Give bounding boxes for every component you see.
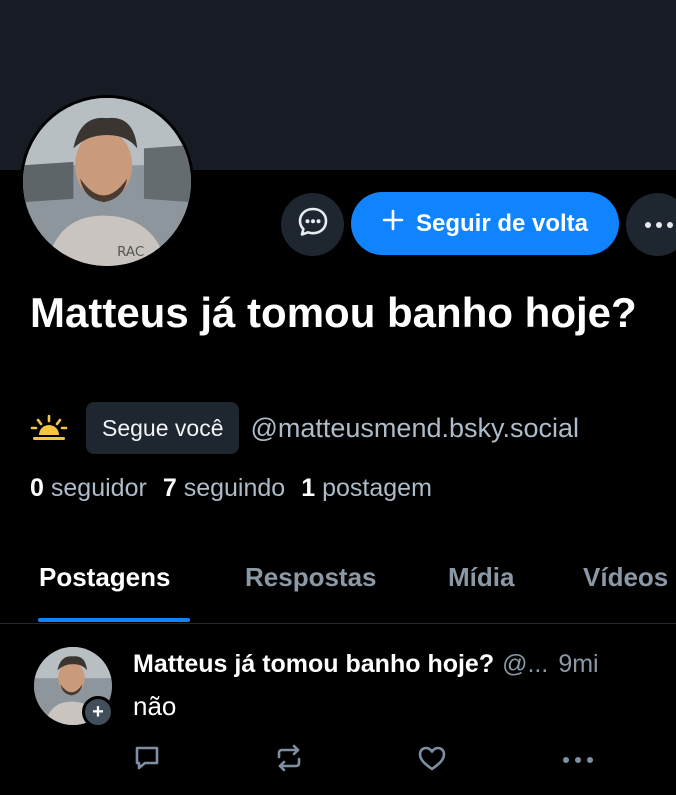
post-header: Matteus já tomou banho hoje? @... 9mi: [133, 650, 599, 679]
repost-button[interactable]: [269, 740, 309, 780]
message-button[interactable]: [281, 193, 344, 256]
post-author-handle[interactable]: @...: [502, 650, 548, 678]
like-button[interactable]: [412, 740, 452, 780]
active-tab-indicator: [38, 618, 190, 622]
profile-avatar[interactable]: RAC: [20, 95, 194, 269]
reply-icon: [132, 743, 162, 778]
profile-tabs: Postagens Respostas Mídia Vídeos: [0, 548, 676, 624]
sun-icon: [30, 408, 70, 448]
tab-replies[interactable]: Respostas: [245, 562, 377, 593]
more-dots-icon: [562, 751, 594, 769]
follows-you-badge: Segue você: [86, 402, 240, 454]
plus-icon: [382, 209, 404, 238]
tab-media[interactable]: Mídia: [448, 562, 514, 593]
profile-page: RAC Seguir de volta Matteus já tomou ban…: [0, 0, 676, 795]
more-dots-icon: [644, 216, 674, 234]
follow-plus-icon[interactable]: +: [82, 696, 114, 728]
stat-following[interactable]: 7 seguindo: [163, 474, 285, 503]
profile-handle: @matteusmend.bsky.social: [250, 412, 580, 443]
follow-back-button[interactable]: Seguir de volta: [351, 192, 619, 255]
follow-back-label: Seguir de volta: [415, 209, 589, 237]
stat-count: 1: [301, 474, 316, 502]
stat-count: 7: [162, 474, 177, 502]
like-icon: [416, 743, 448, 778]
stat-label: seguidor: [50, 474, 147, 502]
reply-button[interactable]: [127, 740, 167, 780]
stat-label: postagem: [322, 474, 432, 502]
profile-stats: 0 seguidor 7 seguindo 1 postagem: [30, 474, 448, 503]
tab-posts[interactable]: Postagens: [39, 562, 171, 593]
svg-text:RAC: RAC: [117, 245, 144, 260]
message-bubble-icon: [296, 205, 330, 244]
stat-label: seguindo: [183, 474, 286, 502]
profile-more-button[interactable]: [626, 193, 676, 256]
avatar-photo: RAC: [23, 98, 191, 266]
post-author-name[interactable]: Matteus já tomou banho hoje?: [133, 650, 494, 678]
feed-post[interactable]: + Matteus já tomou banho hoje? @... 9mi nã…: [0, 624, 676, 795]
post-timestamp[interactable]: 9mi: [558, 650, 598, 678]
stat-posts: 1 postagem: [301, 474, 432, 503]
profile-display-name: Matteus já tomou banho hoje?: [30, 289, 637, 336]
post-text: não: [133, 691, 177, 721]
post-actions: [0, 740, 676, 780]
stat-followers[interactable]: 0 seguidor: [30, 474, 147, 503]
repost-icon: [273, 743, 305, 778]
profile-meta-row: Segue você @matteusmend.bsky.social: [30, 402, 579, 454]
stat-count: 0: [30, 474, 44, 502]
tab-videos[interactable]: Vídeos: [583, 562, 668, 593]
post-more-button[interactable]: [558, 740, 598, 780]
